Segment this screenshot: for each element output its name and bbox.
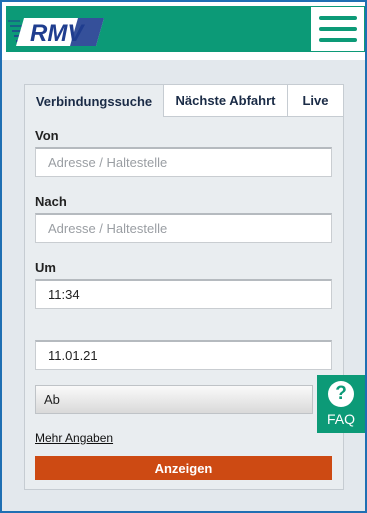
tab-verbindungssuche[interactable]: Verbindungssuche [25,85,163,117]
from-label: Von [35,128,59,143]
date-input[interactable]: 11.01.21 [35,340,332,370]
tab-bar: Verbindungssuche Nächste Abfahrt Live [25,85,343,117]
time-label: Um [35,260,56,275]
faq-button[interactable]: ? FAQ [317,375,365,433]
more-options-link[interactable]: Mehr Angaben [35,431,113,445]
departure-arrival-select[interactable]: Ab [35,385,313,414]
submit-button[interactable]: Anzeigen [35,456,332,480]
logo-text: RMV [30,20,85,47]
time-input[interactable]: 11:34 [35,279,332,309]
faq-label: FAQ [326,411,355,427]
to-input[interactable]: Adresse / Haltestelle [35,213,332,243]
header: RMV [2,2,365,60]
tab-naechste-abfahrt[interactable]: Nächste Abfahrt [163,85,287,117]
rmv-logo[interactable]: RMV [8,14,108,50]
hamburger-menu-icon [318,16,357,20]
menu-button[interactable] [310,6,365,52]
from-input[interactable]: Adresse / Haltestelle [35,147,332,177]
search-card: Verbindungssuche Nächste Abfahrt Live Vo… [24,84,344,490]
tab-live[interactable]: Live [287,85,343,117]
question-icon: ? [328,381,354,407]
to-label: Nach [35,194,67,209]
